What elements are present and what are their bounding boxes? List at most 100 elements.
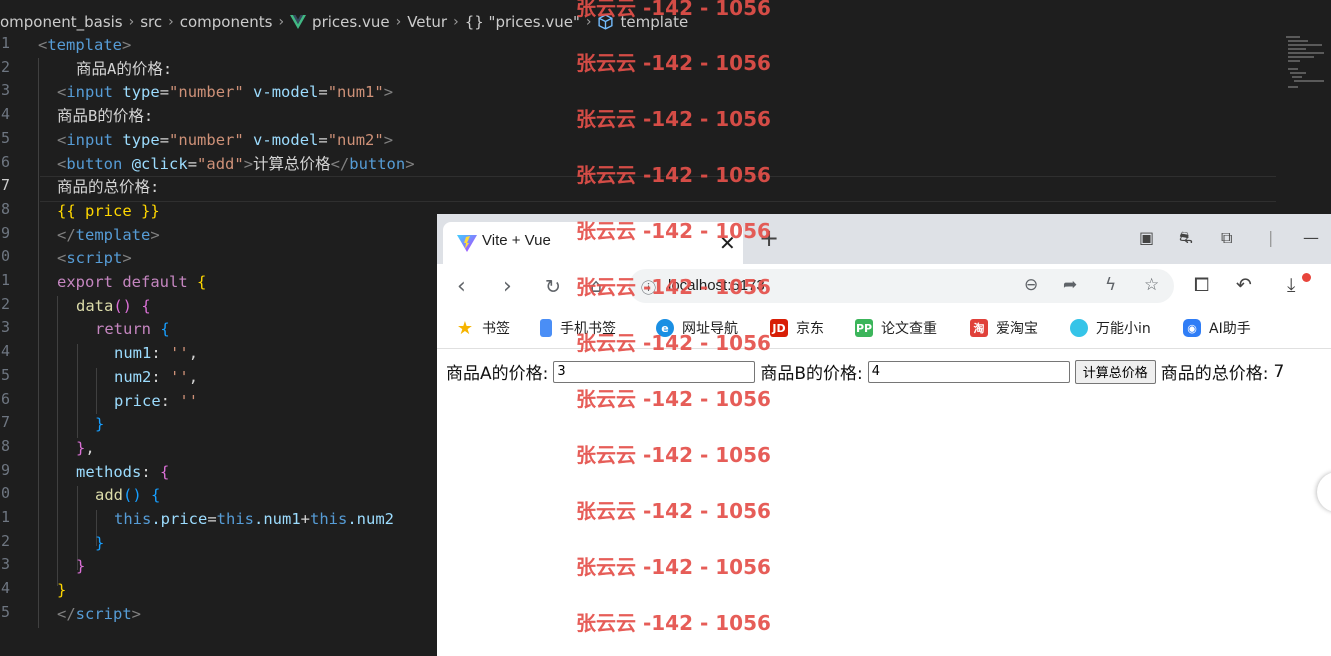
bookmark-item[interactable]: ◉ AI助手: [1183, 318, 1251, 338]
browser-window: Vite + Vue ✕ + ▣ ⛐ ⧉ | — ‹ › ↻ ⌂ ⓘ local…: [437, 214, 1331, 656]
chevron-right-icon: ›: [128, 14, 135, 30]
pp-icon: PP: [855, 319, 873, 337]
code-line: }: [95, 533, 105, 552]
code-line: }: [57, 581, 67, 600]
address-bar[interactable]: ⓘ localhost:5173 ⊖ ➦ ϟ ☆: [629, 269, 1174, 303]
minimap[interactable]: [1284, 34, 1328, 90]
url-text: localhost:5173: [668, 277, 765, 294]
code-line: <input type="number" v-model="num1">: [57, 83, 394, 102]
download-icon[interactable]: ⤓: [1287, 274, 1295, 296]
site-info-icon[interactable]: ⓘ: [641, 277, 656, 298]
code-line: export default {: [57, 273, 207, 291]
indent-guide: [38, 58, 39, 628]
code-line: }: [76, 557, 86, 576]
bolt-icon[interactable]: ϟ: [1105, 275, 1116, 295]
line-number: 6: [0, 152, 10, 171]
bookmark-item[interactable]: 手机书签: [540, 318, 616, 338]
jd-icon: JD: [770, 319, 788, 337]
close-tab-button[interactable]: ✕: [719, 231, 736, 255]
price-a-input[interactable]: [553, 360, 756, 383]
star-icon[interactable]: ☆: [1144, 275, 1159, 295]
breadcrumb-src[interactable]: src: [140, 13, 162, 31]
label-price-b: 商品B的价格:: [760, 364, 863, 384]
line-number: 9: [0, 223, 10, 242]
breadcrumb-module[interactable]: {} "prices.vue": [465, 13, 580, 31]
line-number: 1: [0, 34, 10, 52]
extension-shape-icon[interactable]: ⛐: [1179, 228, 1193, 249]
tab-search-icon[interactable]: ▣: [1139, 228, 1154, 247]
line-number: 2: [0, 294, 10, 313]
code-line: 商品B的价格:: [57, 107, 154, 126]
breadcrumb-template[interactable]: template: [620, 13, 688, 31]
code-line: }: [95, 415, 105, 434]
line-number: 5: [0, 602, 10, 621]
chevron-right-icon: ›: [395, 14, 402, 30]
breadcrumb-vetur[interactable]: Vetur: [407, 13, 447, 31]
bookmark-item[interactable]: 淘 爱淘宝: [970, 318, 1038, 338]
page-content: 商品A的价格: 商品B的价格: 计算总价格 商品的总价格: 7: [437, 349, 1331, 656]
line-number: 2: [0, 57, 10, 76]
puzzle-icon[interactable]: ⧉: [1221, 228, 1232, 248]
zoom-out-icon[interactable]: ⊖: [1024, 275, 1038, 295]
breadcrumb-components[interactable]: components: [180, 13, 273, 31]
breadcrumb: omponent_basis › src › components › pric…: [0, 0, 1331, 44]
code-line: 商品的总价格:: [57, 178, 160, 197]
calculate-total-button[interactable]: 计算总价格: [1074, 359, 1156, 384]
minimize-button[interactable]: —: [1303, 228, 1319, 247]
code-line: </template>: [57, 225, 160, 244]
browser-tab[interactable]: Vite + Vue ✕: [443, 222, 743, 264]
breadcrumb-file[interactable]: prices.vue: [312, 13, 390, 31]
bookmark-item[interactable]: JD 京东: [770, 318, 824, 338]
undo-menu-icon[interactable]: ↶: [1236, 274, 1252, 296]
line-number: 3: [0, 318, 10, 337]
reload-icon[interactable]: ↻: [545, 276, 561, 298]
indent-guide: [96, 368, 97, 414]
line-number: 5: [0, 365, 10, 384]
line-number: 3: [0, 81, 10, 100]
label-total: 商品的总价格:: [1160, 364, 1269, 384]
tab-title: Vite + Vue: [482, 232, 551, 249]
price-b-input[interactable]: [867, 360, 1070, 383]
home-icon[interactable]: ⌂: [590, 275, 602, 297]
line-number: 5: [0, 128, 10, 147]
divider: |: [1268, 228, 1274, 247]
chevron-right-icon: ›: [453, 14, 459, 30]
share-icon[interactable]: ➦: [1063, 275, 1077, 295]
code-line: <button @click="add">计算总价格</button>: [57, 154, 415, 173]
breadcrumb-folder[interactable]: omponent_basis: [0, 13, 123, 31]
tab-strip: Vite + Vue ✕ + ▣ ⛐ ⧉ | —: [437, 214, 1331, 264]
back-icon[interactable]: ‹: [457, 274, 466, 299]
code-line: <script>: [57, 249, 132, 268]
line-number: 6: [0, 389, 10, 408]
code-line: this.price=this.num1+this.num2: [114, 510, 395, 528]
chevron-right-icon: ›: [278, 14, 285, 30]
bookmark-item[interactable]: ★ 书签: [456, 317, 510, 339]
bookmark-item[interactable]: e 网址导航: [656, 318, 738, 338]
code-line: num1: '',: [114, 344, 199, 363]
code-line: methods: {: [76, 462, 170, 481]
chevron-right-icon: ›: [585, 14, 592, 30]
bookmark-item[interactable]: PP 论文查重: [855, 318, 937, 338]
code-line: num2: '',: [114, 367, 199, 386]
forward-icon[interactable]: ›: [503, 274, 512, 299]
code-line: 商品A的价格:: [76, 59, 173, 78]
cube-icon: [598, 13, 614, 30]
total-value: 7: [1273, 361, 1285, 382]
vite-logo-icon: [457, 235, 477, 252]
phone-icon: [540, 319, 552, 337]
notification-dot: [1302, 273, 1311, 282]
line-number: 2: [0, 531, 10, 550]
bookmark-item[interactable]: 万能小in: [1070, 318, 1151, 338]
line-number: 4: [0, 579, 10, 598]
line-number: 3: [0, 555, 10, 574]
watermark: 张云云 -142 - 1056: [576, 107, 771, 131]
chevron-right-icon: ›: [168, 14, 174, 30]
extensions-icon[interactable]: ⧠: [1194, 274, 1209, 296]
star-icon: ★: [456, 317, 474, 339]
label-price-a: 商品A的价格:: [446, 364, 549, 384]
indent-guide: [57, 296, 58, 586]
taobao-icon: 淘: [970, 319, 988, 337]
line-number: 7: [0, 413, 10, 432]
new-tab-button[interactable]: +: [759, 224, 779, 252]
code-line: add() {: [95, 486, 161, 505]
